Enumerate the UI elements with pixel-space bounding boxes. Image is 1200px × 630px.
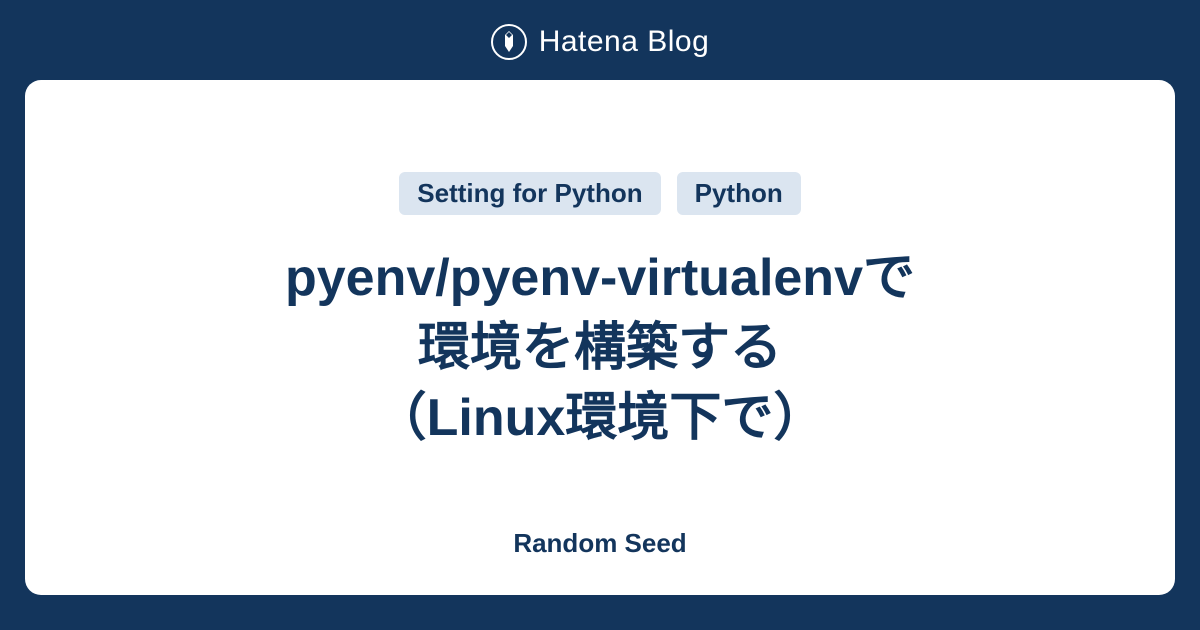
article-card: Setting for Python Python pyenv/pyenv-vi… — [25, 80, 1175, 595]
tag-item[interactable]: Python — [677, 172, 801, 215]
title-line: pyenv/pyenv-virtualenvで — [285, 249, 915, 307]
blog-name[interactable]: Random Seed — [513, 528, 686, 559]
title-line: 環境を構築する — [418, 319, 782, 377]
site-logo-text: Hatena Blog — [539, 25, 710, 59]
title-line: （Linux環境下で） — [375, 389, 826, 447]
article-title: pyenv/pyenv-virtualenvで 環境を構築する （Linux環境… — [285, 243, 915, 454]
tag-item[interactable]: Setting for Python — [399, 172, 660, 215]
site-header: Hatena Blog — [491, 0, 710, 80]
tag-list: Setting for Python Python — [399, 172, 800, 215]
hatena-logo-icon — [491, 24, 527, 60]
